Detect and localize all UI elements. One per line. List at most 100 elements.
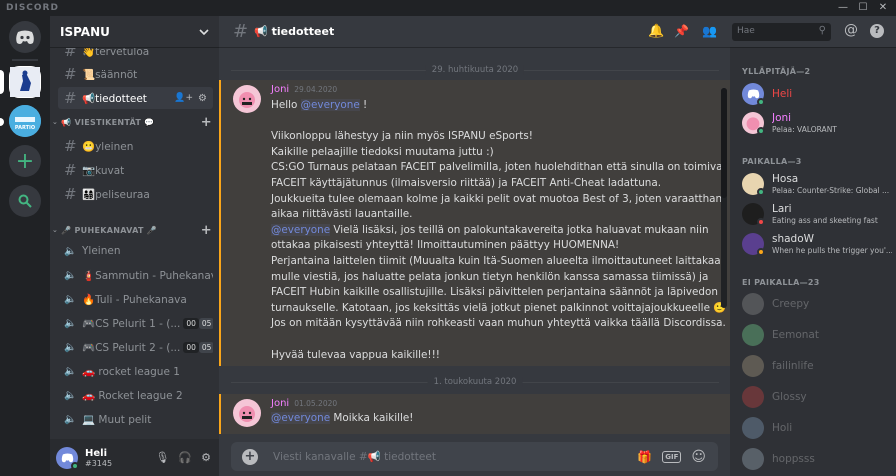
server-partio[interactable]: PARTIO [9, 105, 41, 137]
voice-channel-sammutin[interactable]: 🔈 🧯Sammutin - Puhekanava [58, 264, 213, 286]
channel-label: 🎮CS Pelurit 1 - (... [82, 317, 181, 330]
pin-icon[interactable]: 📌 [674, 24, 689, 38]
channel-yleinen[interactable]: # 😬yleinen [58, 135, 213, 157]
toolbar: 🔔 📌 👥 Hae ⚲ @ ? [648, 16, 896, 48]
avatar[interactable] [56, 446, 79, 470]
ispanu-server-icon [10, 67, 40, 97]
title-bar: DISCORD — ☐ ✕ [0, 0, 896, 16]
avatar [742, 203, 765, 226]
text-line: mulle viestiä, jos haluatte pelata jonku… [271, 270, 709, 283]
channel-tiedotteet[interactable]: # 📢tiedotteet 👤+ ⚙ [58, 87, 213, 109]
gift-icon[interactable]: 🎁 [637, 450, 652, 464]
mention-at-icon[interactable]: @ [844, 22, 858, 38]
text-line: Jos on mitään kysyttävää niin rohkeasti … [271, 317, 726, 330]
close-icon[interactable]: ✕ [876, 1, 890, 15]
author-name[interactable]: Joni [271, 84, 289, 95]
category-label: 🎤 PUHEKANAVAT 🎤 [61, 225, 158, 235]
date-divider: 29. huhtikuuta 2020 [231, 65, 719, 75]
settings-gear-icon[interactable]: ⚙ [201, 451, 211, 464]
message-input[interactable]: Viesti kanavalle #📢 tiedotteet [273, 450, 613, 463]
help-icon[interactable]: ? [870, 24, 884, 38]
search-input[interactable]: Hae [737, 26, 755, 36]
bell-icon[interactable]: 🔔 [648, 24, 664, 39]
category-viestikentat[interactable]: ⌄ 📢 VIESTIKENTÄT 💬 + [52, 114, 212, 130]
channel-label: 📜säännöt [82, 68, 138, 81]
headphones-icon[interactable]: 🎧 [178, 451, 192, 464]
gear-icon[interactable]: ⚙ [198, 93, 207, 104]
upload-plus-icon[interactable]: + [242, 448, 258, 465]
voice-channel-cs2[interactable]: 🔈 🎮CS Pelurit 2 - (... 00 05 [58, 336, 213, 358]
author-name[interactable]: Joni [271, 398, 289, 409]
add-channel-icon[interactable]: + [201, 223, 212, 238]
add-server-button[interactable]: + [9, 145, 41, 177]
invite-icon[interactable]: 👤+ [174, 93, 193, 103]
text-line: Viikonloppu lähestyy ja niin myös ISPANU… [271, 130, 533, 143]
channel-peliseuraa[interactable]: # 👨‍👩‍👧‍👦peliseuraa [58, 183, 213, 205]
text-line: FACEIT käyttäjätunnus (ilmaisversio riit… [271, 176, 662, 189]
maximize-icon[interactable]: ☐ [856, 1, 870, 15]
online-status-icon [757, 188, 765, 196]
speaker-icon: 🔈 [64, 317, 77, 329]
channel-label: Yleinen [82, 245, 121, 257]
channel-kuvat[interactable]: # 📷kuvat [58, 159, 213, 181]
member-creepy[interactable]: Creepy [742, 290, 892, 318]
scrollbar[interactable] [721, 88, 727, 308]
member-lari[interactable]: Lari Eating ass and skeeting fast [742, 200, 892, 228]
online-status-icon [757, 127, 765, 135]
discord-logo-icon [747, 89, 759, 99]
member-shadow[interactable]: shadoW When he pulls the trigger you'... [742, 230, 892, 258]
minimize-icon[interactable]: — [836, 1, 850, 15]
channel-label: 💻 Muut pelit [82, 413, 152, 426]
mention[interactable]: @everyone [300, 99, 360, 111]
voice-channel-tuli[interactable]: 🔈 🔥Tuli - Puhekanava [58, 288, 213, 310]
explore-servers-button[interactable] [9, 185, 41, 217]
avatar[interactable] [233, 399, 261, 427]
chat-area: # 📢 tiedotteet 29. huhtikuuta 2020 Joni 2… [219, 16, 730, 476]
member-eemonat[interactable]: Eemonat [742, 321, 892, 349]
unread-pill [0, 118, 4, 126]
server-name: ISPANU [60, 24, 110, 39]
category-puhekanavat[interactable]: ⌄ 🎤 PUHEKANAVAT 🎤 + [52, 222, 212, 238]
server-header[interactable]: ISPANU [50, 16, 219, 48]
mention[interactable]: @everyone [271, 412, 331, 424]
text-line: Perjantaina laittelen tiimit (Muualta ku… [271, 254, 721, 267]
microphone-icon[interactable]: 🎙 [155, 451, 169, 464]
channel-tervetuloa[interactable]: # 👋tervetuloa [58, 48, 213, 62]
voice-channel-rocket1[interactable]: 🔈 🚗 rocket league 1 [58, 360, 213, 382]
search-box[interactable]: Hae ⚲ [732, 23, 831, 41]
member-hosa[interactable]: Hosa Pelaa: Counter-Strike: Global ... [742, 170, 892, 198]
member-activity: Pelaa: Counter-Strike: Global ... [772, 186, 890, 195]
member-glossy[interactable]: Glossy [742, 383, 892, 411]
online-status-icon [757, 98, 765, 106]
category-label: 📢 VIESTIKENTÄT 💬 [61, 117, 155, 127]
gif-icon[interactable]: GIF [662, 451, 682, 463]
member-joni[interactable]: Joni Pelaa: VALORANT [742, 109, 892, 137]
voice-channel-cs1[interactable]: 🔈 🎮CS Pelurit 1 - (... 00 05 [58, 312, 213, 334]
server-ispanu[interactable] [9, 66, 41, 98]
discord-app: DISCORD — ☐ ✕ PARTIO + ISPANU # 👋tervetul… [0, 0, 896, 476]
voice-channel-yleinen[interactable]: 🔈 Yleinen [58, 240, 213, 262]
member-heli[interactable]: Heli [742, 80, 892, 108]
voice-channel-muut[interactable]: 🔈 💻 Muut pelit [58, 408, 213, 430]
avatar[interactable] [233, 85, 261, 113]
emoji-icon[interactable]: ☺ [691, 449, 706, 465]
scrollbar-thumb[interactable] [721, 88, 727, 198]
selected-pill [0, 70, 4, 94]
member-name: Lari [772, 203, 792, 215]
channel-label: 👋tervetuloa [82, 48, 150, 58]
member-list: 🔔 📌 👥 Hae ⚲ @ ? YLLÄPITÄJÄ—2 Heli Joni Pe… [648, 16, 896, 476]
member-hoppsss[interactable]: hoppsss [742, 445, 892, 473]
channel-saannot[interactable]: # 📜säännöt [58, 63, 213, 85]
avatar [742, 173, 765, 196]
mention[interactable]: @everyone [271, 223, 331, 236]
text-span: Hello [271, 99, 301, 111]
chevron-down-icon: ⌄ [52, 118, 59, 126]
channel-label: 👨‍👩‍👧‍👦peliseuraa [82, 188, 150, 201]
members-icon[interactable]: 👥 [702, 24, 717, 38]
home-button[interactable] [9, 21, 41, 53]
member-holi[interactable]: Holi [742, 414, 892, 442]
voice-channel-rocket2[interactable]: 🔈 🚗 Rocket league 2 [58, 384, 213, 406]
add-channel-icon[interactable]: + [201, 115, 212, 130]
role-header-online: PAIKALLA—3 [742, 157, 802, 166]
member-failinlife[interactable]: failinlife [742, 352, 892, 380]
